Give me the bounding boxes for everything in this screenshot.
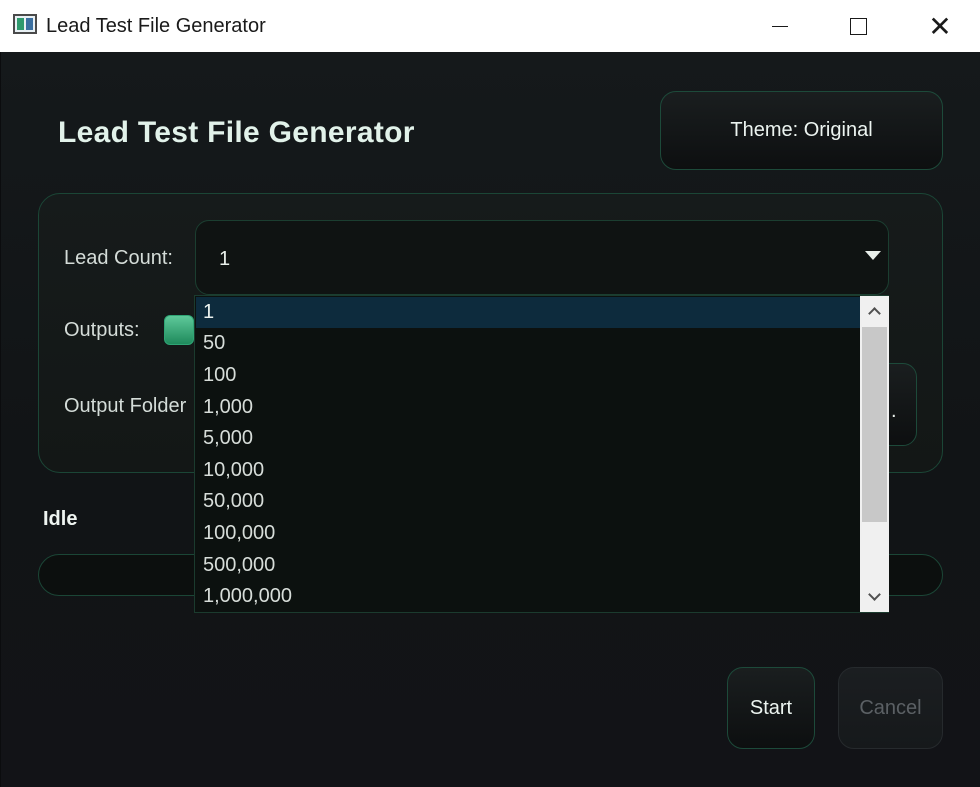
- browse-button-label: .: [891, 400, 897, 422]
- dropdown-option[interactable]: 50: [196, 328, 860, 359]
- dropdown-option[interactable]: 100: [196, 360, 860, 391]
- minimize-icon: [772, 25, 788, 27]
- status-text: Idle: [43, 508, 78, 530]
- scrollbar-thumb[interactable]: [862, 327, 887, 522]
- theme-button-label: Theme: Original: [730, 119, 873, 141]
- dropdown-scrollbar[interactable]: [860, 296, 889, 612]
- theme-button[interactable]: Theme: Original: [660, 91, 943, 170]
- dropdown-option[interactable]: 500,000: [196, 550, 860, 581]
- lead-count-dropdown-list[interactable]: 1 50 100 1,000 5,000 10,000 50,000 100,0…: [194, 295, 889, 613]
- window-title: Lead Test File Generator: [46, 15, 266, 37]
- app-icon: [13, 14, 37, 34]
- lead-count-value: 1: [219, 248, 231, 270]
- start-button[interactable]: Start: [727, 667, 815, 749]
- chevron-up-icon: [868, 307, 881, 320]
- cancel-button[interactable]: Cancel: [838, 667, 943, 749]
- maximize-button[interactable]: [818, 0, 898, 52]
- window-titlebar: Lead Test File Generator ✕: [0, 0, 980, 52]
- dropdown-option[interactable]: 10,000: [196, 455, 860, 486]
- lead-count-label: Lead Count:: [64, 247, 173, 269]
- output-folder-label: Output Folder: [64, 395, 187, 417]
- dropdown-option[interactable]: 1: [196, 297, 860, 328]
- close-icon: ✕: [928, 10, 952, 42]
- dropdown-option[interactable]: 5,000: [196, 423, 860, 454]
- maximize-icon: [849, 17, 867, 35]
- chevron-down-icon: [868, 588, 881, 601]
- lead-count-combobox[interactable]: 1: [195, 220, 889, 295]
- scroll-down-button[interactable]: [860, 582, 889, 612]
- dropdown-option[interactable]: 50,000: [196, 486, 860, 517]
- page-title: Lead Test File Generator: [58, 116, 415, 149]
- close-button[interactable]: ✕: [900, 0, 980, 52]
- dropdown-option[interactable]: 1,000,000: [196, 581, 860, 612]
- cancel-button-label: Cancel: [859, 696, 922, 719]
- outputs-toggle[interactable]: [164, 315, 194, 345]
- dropdown-option[interactable]: 100,000: [196, 518, 860, 549]
- minimize-button[interactable]: [740, 0, 820, 52]
- dropdown-option[interactable]: 1,000: [196, 392, 860, 423]
- scroll-up-button[interactable]: [860, 296, 889, 326]
- start-button-label: Start: [749, 696, 793, 719]
- dropdown-arrow-icon[interactable]: [865, 251, 881, 260]
- outputs-label: Outputs:: [64, 319, 140, 341]
